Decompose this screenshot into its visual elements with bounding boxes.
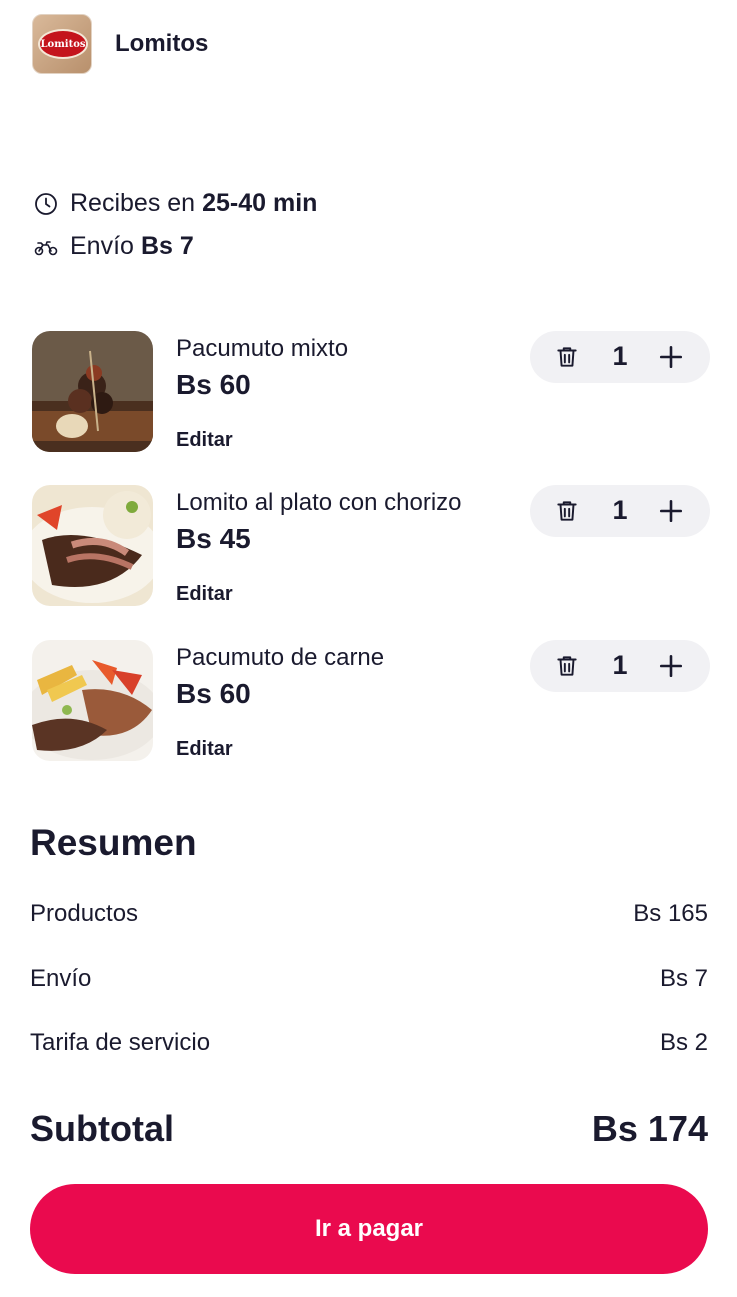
item-price: Bs 45 <box>176 523 251 554</box>
cart-item: Pacumuto de carne Bs 60 Editar 1 <box>32 640 710 762</box>
summary-row-service-fee: Tarifa de servicio Bs 2 <box>30 1029 708 1057</box>
subtotal-row: Subtotal Bs 174 <box>30 1108 708 1150</box>
summary-value: Bs 165 <box>633 900 708 927</box>
summary-row-shipping: Envío Bs 7 <box>30 965 708 993</box>
quantity-stepper: 1 <box>530 640 710 692</box>
trash-icon[interactable] <box>554 344 580 370</box>
item-photo <box>32 640 153 761</box>
shipping-row: Envío Bs 7 <box>34 232 194 261</box>
logo-badge: Lomitos <box>38 29 88 59</box>
plus-icon[interactable] <box>658 344 684 370</box>
summary-label: Envío <box>30 965 92 992</box>
trash-icon[interactable] <box>554 653 580 679</box>
subtotal-value: Bs 174 <box>591 1108 708 1149</box>
trash-icon[interactable] <box>554 498 580 524</box>
item-photo <box>32 331 153 452</box>
item-name: Pacumuto de carne <box>176 644 385 671</box>
delivery-time-label: Recibes en <box>70 189 196 217</box>
quantity-value: 1 <box>612 495 628 525</box>
item-photo <box>32 485 153 606</box>
quantity-value: 1 <box>612 650 628 680</box>
quantity-stepper: 1 <box>530 485 710 537</box>
store-logo: Lomitos <box>32 14 92 74</box>
plus-icon[interactable] <box>658 498 684 524</box>
item-price: Bs 60 <box>176 678 251 709</box>
summary-title: Resumen <box>30 822 197 863</box>
edit-item-link[interactable]: Editar <box>176 738 233 761</box>
summary-row-products: Productos Bs 165 <box>30 900 708 928</box>
summary-value: Bs 7 <box>659 965 708 992</box>
item-name: Pacumuto mixto <box>176 335 349 362</box>
plus-icon[interactable] <box>658 653 684 679</box>
summary-label: Tarifa de servicio <box>30 1029 211 1056</box>
store-name: Lomitos <box>115 30 209 57</box>
cart-item: Pacumuto mixto Bs 60 Editar 1 <box>32 331 710 453</box>
shipping-label: Envío <box>70 232 134 260</box>
delivery-time-value: 25-40 min <box>202 189 318 217</box>
checkout-button[interactable]: Ir a pagar <box>30 1184 708 1274</box>
cart-item: Lomito al plato con chorizo Bs 45 Editar… <box>32 485 710 607</box>
edit-item-link[interactable]: Editar <box>176 429 233 452</box>
motorcycle-icon <box>34 240 58 255</box>
summary-value: Bs 2 <box>659 1029 708 1056</box>
shipping-value: Bs 7 <box>140 232 194 260</box>
item-name: Lomito al plato con chorizo <box>176 489 462 516</box>
delivery-time-row: Recibes en 25-40 min <box>34 189 317 218</box>
edit-item-link[interactable]: Editar <box>176 583 233 606</box>
store-header: Lomitos Lomitos <box>32 14 208 74</box>
quantity-stepper: 1 <box>530 331 710 383</box>
item-price: Bs 60 <box>176 369 251 400</box>
quantity-value: 1 <box>612 341 628 371</box>
summary-label: Productos <box>30 900 139 927</box>
clock-icon <box>35 192 57 215</box>
subtotal-label: Subtotal <box>30 1108 174 1149</box>
